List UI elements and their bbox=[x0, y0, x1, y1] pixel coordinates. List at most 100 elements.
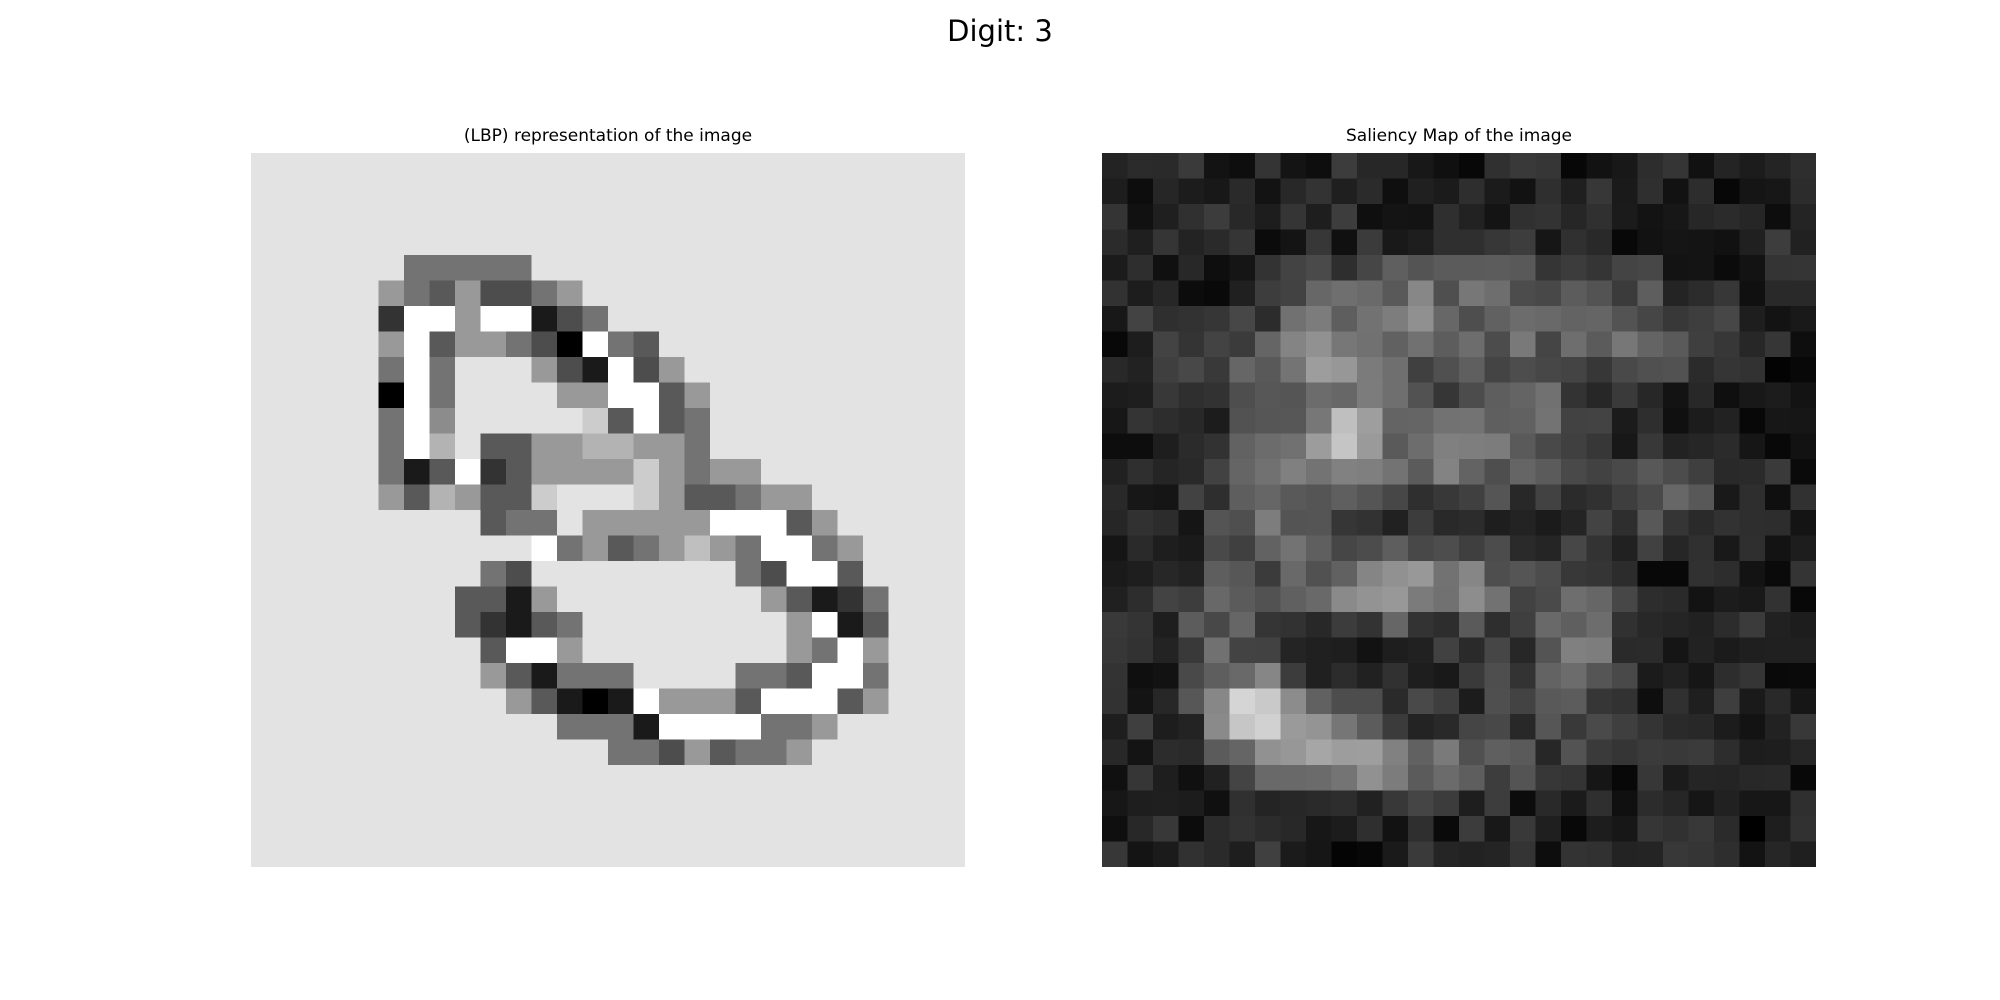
saliency-cell bbox=[1663, 739, 1690, 766]
lbp-cell bbox=[582, 306, 609, 333]
saliency-cell bbox=[1688, 408, 1715, 435]
lbp-cell bbox=[914, 688, 941, 715]
lbp-cell bbox=[378, 382, 405, 409]
saliency-cell bbox=[1714, 204, 1741, 231]
saliency-cell bbox=[1153, 535, 1180, 562]
saliency-cell bbox=[1331, 739, 1358, 766]
lbp-cell bbox=[378, 331, 405, 358]
saliency-cell bbox=[1357, 357, 1384, 384]
lbp-cell bbox=[812, 382, 839, 409]
saliency-cell bbox=[1178, 586, 1205, 613]
lbp-cell bbox=[582, 408, 609, 435]
saliency-cell bbox=[1382, 280, 1409, 307]
lbp-cell bbox=[353, 765, 380, 792]
saliency-cell bbox=[1382, 561, 1409, 588]
lbp-cell bbox=[837, 255, 864, 282]
lbp-cell bbox=[710, 306, 737, 333]
saliency-cell bbox=[1484, 178, 1511, 205]
lbp-cell bbox=[659, 841, 686, 867]
saliency-cell bbox=[1153, 765, 1180, 792]
saliency-cell bbox=[1357, 586, 1384, 613]
lbp-cell bbox=[557, 637, 584, 664]
lbp-cell bbox=[582, 357, 609, 384]
saliency-cell bbox=[1127, 612, 1154, 639]
lbp-cell bbox=[608, 714, 635, 741]
lbp-cell bbox=[557, 510, 584, 537]
saliency-cell bbox=[1790, 357, 1816, 384]
lbp-cell bbox=[276, 153, 303, 180]
saliency-cell bbox=[1357, 484, 1384, 511]
lbp-cell bbox=[327, 535, 354, 562]
saliency-cell bbox=[1229, 153, 1256, 180]
lbp-cell bbox=[531, 510, 558, 537]
saliency-cell bbox=[1331, 637, 1358, 664]
saliency-cell bbox=[1484, 637, 1511, 664]
lbp-cell bbox=[429, 586, 456, 613]
lbp-cell bbox=[863, 459, 890, 486]
lbp-cell bbox=[939, 561, 965, 588]
saliency-cell bbox=[1561, 204, 1588, 231]
saliency-cell bbox=[1306, 331, 1333, 358]
lbp-cell bbox=[837, 357, 864, 384]
lbp-cell bbox=[659, 331, 686, 358]
saliency-cell bbox=[1229, 535, 1256, 562]
saliency-cell bbox=[1459, 484, 1486, 511]
saliency-cell bbox=[1102, 408, 1129, 435]
saliency-cell bbox=[1535, 178, 1562, 205]
lbp-cell bbox=[327, 280, 354, 307]
lbp-cell bbox=[659, 153, 686, 180]
saliency-cell bbox=[1357, 561, 1384, 588]
lbp-cell bbox=[506, 484, 533, 511]
saliency-cell bbox=[1178, 765, 1205, 792]
lbp-cell bbox=[888, 357, 915, 384]
lbp-cell bbox=[531, 841, 558, 867]
saliency-cell bbox=[1714, 178, 1741, 205]
saliency-cell bbox=[1127, 382, 1154, 409]
saliency-cell bbox=[1229, 484, 1256, 511]
saliency-cell bbox=[1280, 331, 1307, 358]
saliency-cell bbox=[1637, 306, 1664, 333]
saliency-cell bbox=[1688, 663, 1715, 690]
saliency-cell bbox=[1229, 280, 1256, 307]
lbp-cell bbox=[863, 586, 890, 613]
lbp-cell bbox=[327, 331, 354, 358]
lbp-cell bbox=[506, 280, 533, 307]
lbp-cell bbox=[659, 484, 686, 511]
lbp-cell bbox=[633, 612, 660, 639]
saliency-cell bbox=[1178, 841, 1205, 867]
saliency-cell bbox=[1765, 178, 1792, 205]
lbp-cell bbox=[939, 663, 965, 690]
saliency-cell bbox=[1408, 816, 1435, 843]
saliency-cell bbox=[1178, 178, 1205, 205]
saliency-cell bbox=[1331, 586, 1358, 613]
saliency-cell bbox=[1688, 153, 1715, 180]
saliency-cell bbox=[1510, 357, 1537, 384]
saliency-cell bbox=[1127, 663, 1154, 690]
lbp-cell bbox=[404, 535, 431, 562]
saliency-cell bbox=[1178, 688, 1205, 715]
lbp-cell bbox=[888, 535, 915, 562]
lbp-cell bbox=[404, 790, 431, 817]
lbp-cell bbox=[888, 433, 915, 460]
lbp-cell bbox=[378, 255, 405, 282]
lbp-cell bbox=[276, 739, 303, 766]
saliency-cell bbox=[1127, 153, 1154, 180]
lbp-cell bbox=[480, 714, 507, 741]
saliency-cell bbox=[1510, 331, 1537, 358]
saliency-cell bbox=[1586, 816, 1613, 843]
saliency-cell bbox=[1688, 484, 1715, 511]
lbp-cell bbox=[684, 408, 711, 435]
lbp-cell bbox=[404, 816, 431, 843]
saliency-cell bbox=[1765, 306, 1792, 333]
lbp-cell bbox=[302, 229, 329, 256]
saliency-cell bbox=[1255, 765, 1282, 792]
saliency-cell bbox=[1459, 204, 1486, 231]
saliency-cell bbox=[1765, 637, 1792, 664]
lbp-cell bbox=[276, 178, 303, 205]
saliency-cell bbox=[1382, 586, 1409, 613]
saliency-cell bbox=[1739, 637, 1766, 664]
lbp-cell bbox=[302, 637, 329, 664]
lbp-cell bbox=[761, 816, 788, 843]
lbp-cell bbox=[710, 535, 737, 562]
lbp-cell bbox=[735, 382, 762, 409]
